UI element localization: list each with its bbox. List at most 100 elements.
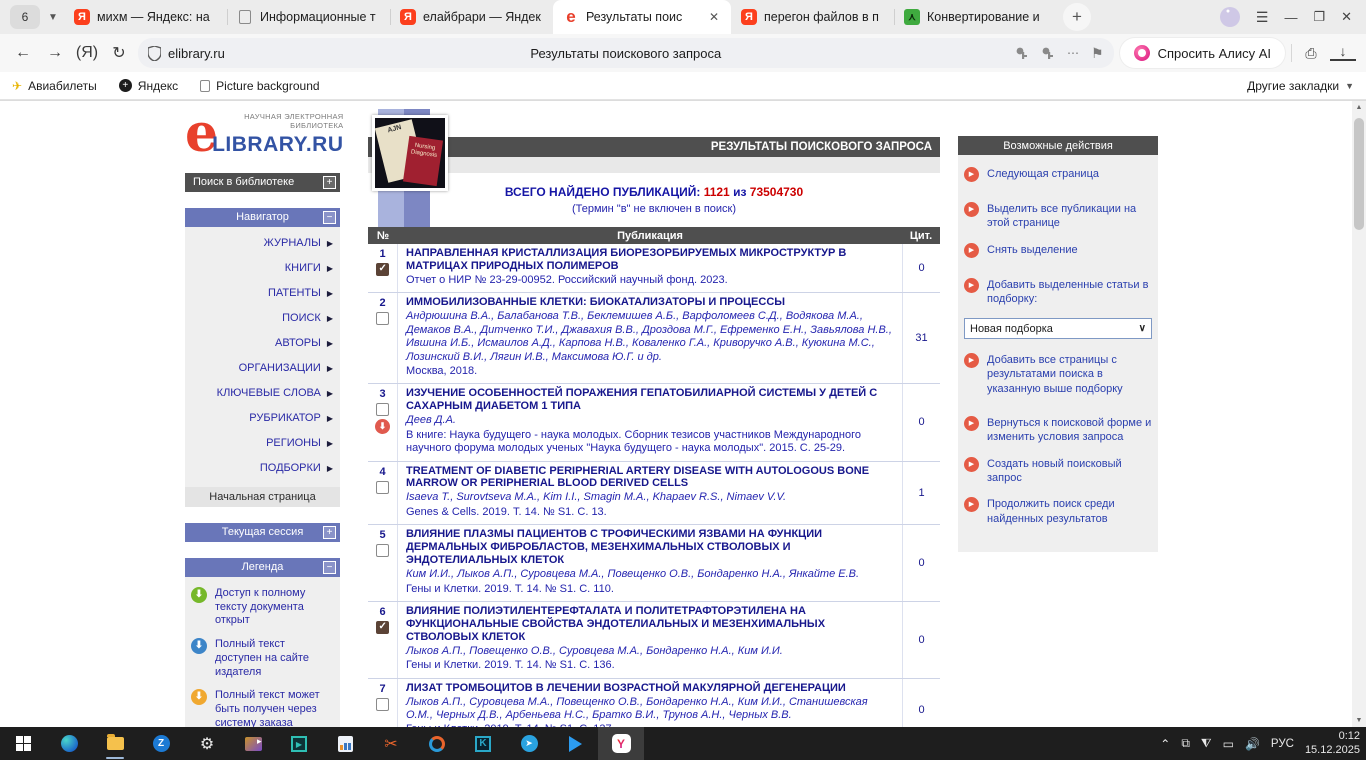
action-deselect[interactable]: ▶ Снять выделение [964,243,1152,258]
taskbar-vscode[interactable] [552,727,598,760]
sidebar-item-journals[interactable]: ЖУРНАЛЫ▶ [185,231,340,256]
publication-title[interactable]: ВЛИЯНИЕ ПОЛИЭТИЛЕНТЕРЕФТАЛАТА И ПОЛИТЕТР… [406,605,896,644]
action-add-all-pages[interactable]: ▶ Добавить все страницы с результатами п… [964,353,1152,396]
publication-title[interactable]: ИММОБИЛИЗОВАННЫЕ КЛЕТКИ: БИОКАТАЛИЗАТОРЫ… [406,296,896,309]
sidebar-item-regions[interactable]: РЕГИОНЫ▶ [185,431,340,456]
forward-icon[interactable]: → [42,44,68,62]
minimize-button[interactable]: — [1284,10,1297,25]
browser-menu-icon[interactable]: ☰ [1256,9,1269,26]
publication-title[interactable]: ИЗУЧЕНИЕ ОСОБЕННОСТЕЙ ПОРАЖЕНИЯ ГЕПАТОБИ… [406,387,896,413]
volume-icon[interactable]: 🔊 [1245,737,1260,751]
sidebar-item-rubricator[interactable]: РУБРИКАТОР▶ [185,406,340,431]
profile-avatar[interactable] [1220,7,1240,27]
row-checkbox[interactable] [376,544,389,557]
publication-title[interactable]: ЛИЗАТ ТРОМБОЦИТОВ В ЛЕЧЕНИИ ВОЗРАСТНОЙ М… [406,682,896,695]
sidebar-item-authors[interactable]: АВТОРЫ▶ [185,331,340,356]
action-new-search[interactable]: ▶ Создать новый поисковый запрос [964,457,1152,486]
start-button[interactable] [0,727,46,760]
collection-select[interactable]: Новая подборка ∨ [964,318,1152,339]
language-indicator[interactable]: РУС [1271,738,1294,750]
tab-mikhm[interactable]: Я михм — Яндекс: на [64,0,227,34]
search-in-library-header[interactable]: Поиск в библиотеке + [185,173,340,192]
home-page-link[interactable]: Начальная страница [185,487,340,507]
sidebar-item-organizations[interactable]: ОРГАНИЗАЦИИ▶ [185,356,340,381]
bookmark-flag-icon[interactable]: ⚑ [1091,45,1104,62]
battery-icon[interactable]: ▭ [1223,737,1234,751]
screen-record-icon[interactable]: ⧉ [1181,736,1190,751]
row-checkbox[interactable] [376,481,389,494]
new-tab-button[interactable]: + [1063,3,1091,31]
action-add-selected[interactable]: ▶ Добавить выделенные статьи в подборку: [964,278,1152,307]
collapse-icon[interactable]: − [323,561,336,574]
taskbar-vsdc[interactable]: ▶ [276,727,322,760]
tab-elibrary-search[interactable]: Я елайбрари — Яндек [390,0,553,34]
more-actions-icon[interactable]: ⋯ [1067,46,1079,60]
taskbar-sync-app[interactable] [414,727,460,760]
refresh-icon[interactable]: ↻ [106,43,132,63]
action-select-all[interactable]: ▶ Выделить все публикации на этой страни… [964,202,1152,231]
taskbar-yandex-browser[interactable]: Y [598,727,644,760]
taskbar-telegram[interactable]: ➤ [506,727,552,760]
yandex-home-icon[interactable]: (Я) [74,44,100,62]
publication-title[interactable]: НАПРАВЛЕННАЯ КРИСТАЛЛИЗАЦИЯ БИОРЕЗОРБИРУ… [406,247,896,273]
sidebar-item-patents[interactable]: ПАТЕНТЫ▶ [185,281,340,306]
tab-list-chevron-icon[interactable]: ▼ [42,5,64,29]
tab-results-active[interactable]: e Результаты поис ✕ [553,0,731,34]
sidebar-item-books[interactable]: КНИГИ▶ [185,256,340,281]
action-back-to-search-form[interactable]: ▶ Вернуться к поисковой форме и изменить… [964,416,1152,445]
scrollbar-thumb[interactable] [1354,118,1364,230]
sidebar-item-keywords[interactable]: КЛЮЧЕВЫЕ СЛОВА▶ [185,381,340,406]
taskbar-presentation[interactable] [322,727,368,760]
collapse-icon[interactable]: − [323,211,336,224]
other-bookmarks-button[interactable]: Другие закладки ▼ [1247,79,1354,93]
row-checkbox[interactable] [376,403,389,416]
url-input[interactable]: elibrary.ru Результаты поискового запрос… [138,38,1114,68]
scroll-up-icon[interactable]: ▲ [1352,104,1366,111]
tab-file-transfer[interactable]: Я перегон файлов в п [731,0,894,34]
bookmark-picture-background[interactable]: Picture background [200,79,319,93]
row-checkbox[interactable] [376,312,389,325]
extensions-icon[interactable]: ⎙ [1298,45,1324,62]
password-manager-icon[interactable] [1015,46,1029,60]
row-checkbox[interactable] [376,621,389,634]
legend-header[interactable]: Легенда − [185,558,340,577]
back-icon[interactable]: ← [10,44,36,62]
clock[interactable]: 0:12 15.12.2025 [1305,730,1360,758]
tray-expand-icon[interactable]: ⌃ [1160,737,1170,751]
taskbar-edge[interactable] [46,727,92,760]
publication-title[interactable]: ВЛИЯНИЕ ПЛАЗМЫ ПАЦИЕНТОВ С ТРОФИЧЕСКИМИ … [406,528,896,567]
tab-converting[interactable]: ⋏ Конвертирование и [894,0,1057,34]
tab-info-tech[interactable]: Информационные т [227,0,390,34]
current-session-header[interactable]: Текущая сессия + [185,523,340,542]
expand-icon[interactable]: + [323,526,336,539]
publication-title[interactable]: TREATMENT OF DIABETIC PERIPHERIAL ARTERY… [406,465,896,491]
scroll-down-icon[interactable]: ▼ [1352,717,1366,724]
tab-close-icon[interactable]: ✕ [707,10,721,24]
publication-authors: Isaeva T., Surovtseva M.A., Kim I.I., Sm… [406,491,896,504]
sidebar-item-collections[interactable]: ПОДБОРКИ▶ [185,456,340,481]
elibrary-logo[interactable]: e НАУЧНАЯ ЭЛЕКТРОННАЯ БИБЛИОТЕКА LIBRARY… [185,112,340,157]
sidebar-item-search[interactable]: ПОИСК▶ [185,306,340,331]
taskbar-k-app[interactable]: K [460,727,506,760]
tab-counter[interactable]: 6 [10,5,40,29]
close-button[interactable]: ✕ [1341,9,1352,25]
navigator-header[interactable]: Навигатор − [185,208,340,227]
row-checkbox[interactable] [376,263,389,276]
taskbar-explorer[interactable] [92,727,138,760]
wifi-icon[interactable]: ⧨ [1201,736,1212,751]
action-search-within-results[interactable]: ▶ Продолжить поиск среди найденных резул… [964,497,1152,526]
expand-icon[interactable]: + [323,176,336,189]
taskbar-scissors-app[interactable]: ✂ [368,727,414,760]
downloads-icon[interactable]: ↓ [1330,45,1356,61]
bookmark-yandex[interactable]: + Яндекс [119,79,178,93]
taskbar-blue-app[interactable]: Z [138,727,184,760]
taskbar-settings[interactable]: ⚙ [184,727,230,760]
translate-icon[interactable] [1041,46,1055,60]
restore-button[interactable]: ❐ [1313,9,1325,25]
page-scrollbar[interactable]: ▲ ▼ [1352,101,1366,727]
ask-alice-button[interactable]: Спросить Алису AI [1120,38,1285,68]
bookmark-aviatickets[interactable]: ✈ Авиабилеты [12,79,97,93]
row-checkbox[interactable] [376,698,389,711]
taskbar-video-editor[interactable] [230,727,276,760]
action-next-page[interactable]: ▶ Следующая страница [964,167,1152,182]
